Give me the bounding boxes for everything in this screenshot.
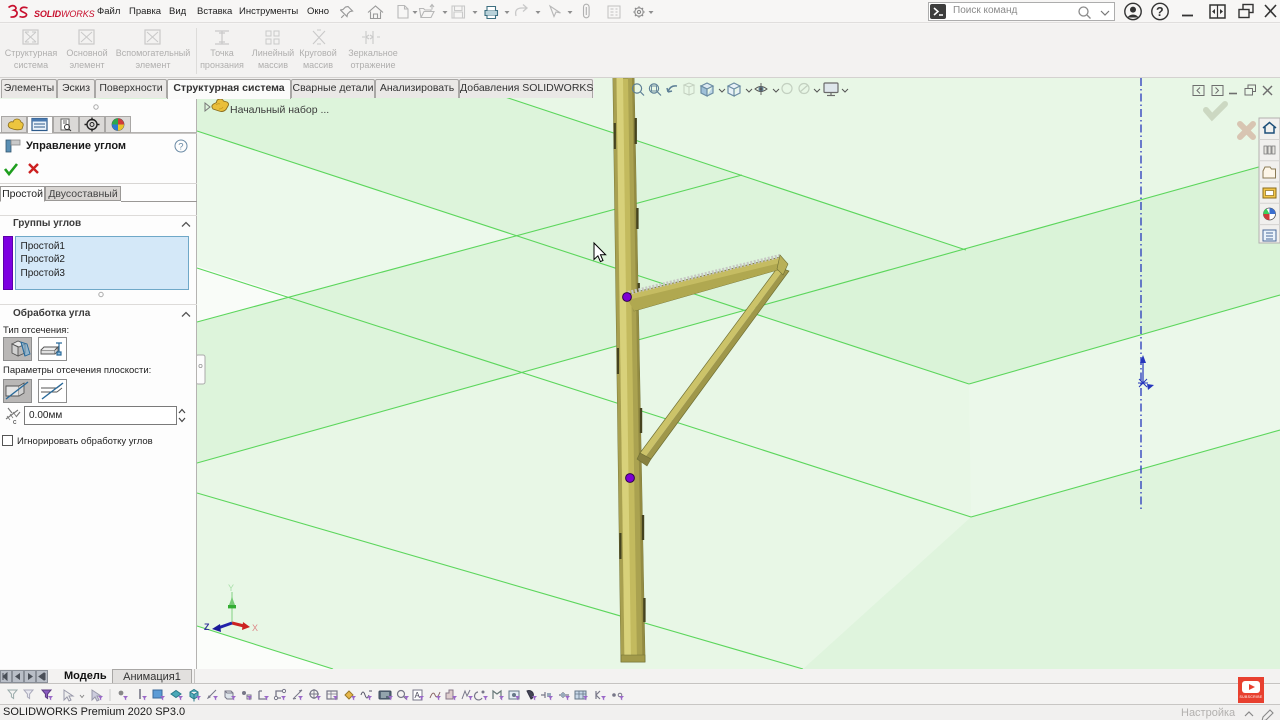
svg-text:Z: Z [204, 622, 210, 632]
svg-text:?: ? [178, 142, 183, 153]
svg-text:Y: Y [228, 583, 234, 593]
svg-text:X: X [252, 623, 258, 633]
svg-text:?: ? [1156, 5, 1164, 19]
svg-text:A: A [415, 691, 421, 700]
svg-text:c: c [13, 419, 17, 426]
svg-text:Начальный набор ...: Начальный набор ... [230, 104, 329, 116]
